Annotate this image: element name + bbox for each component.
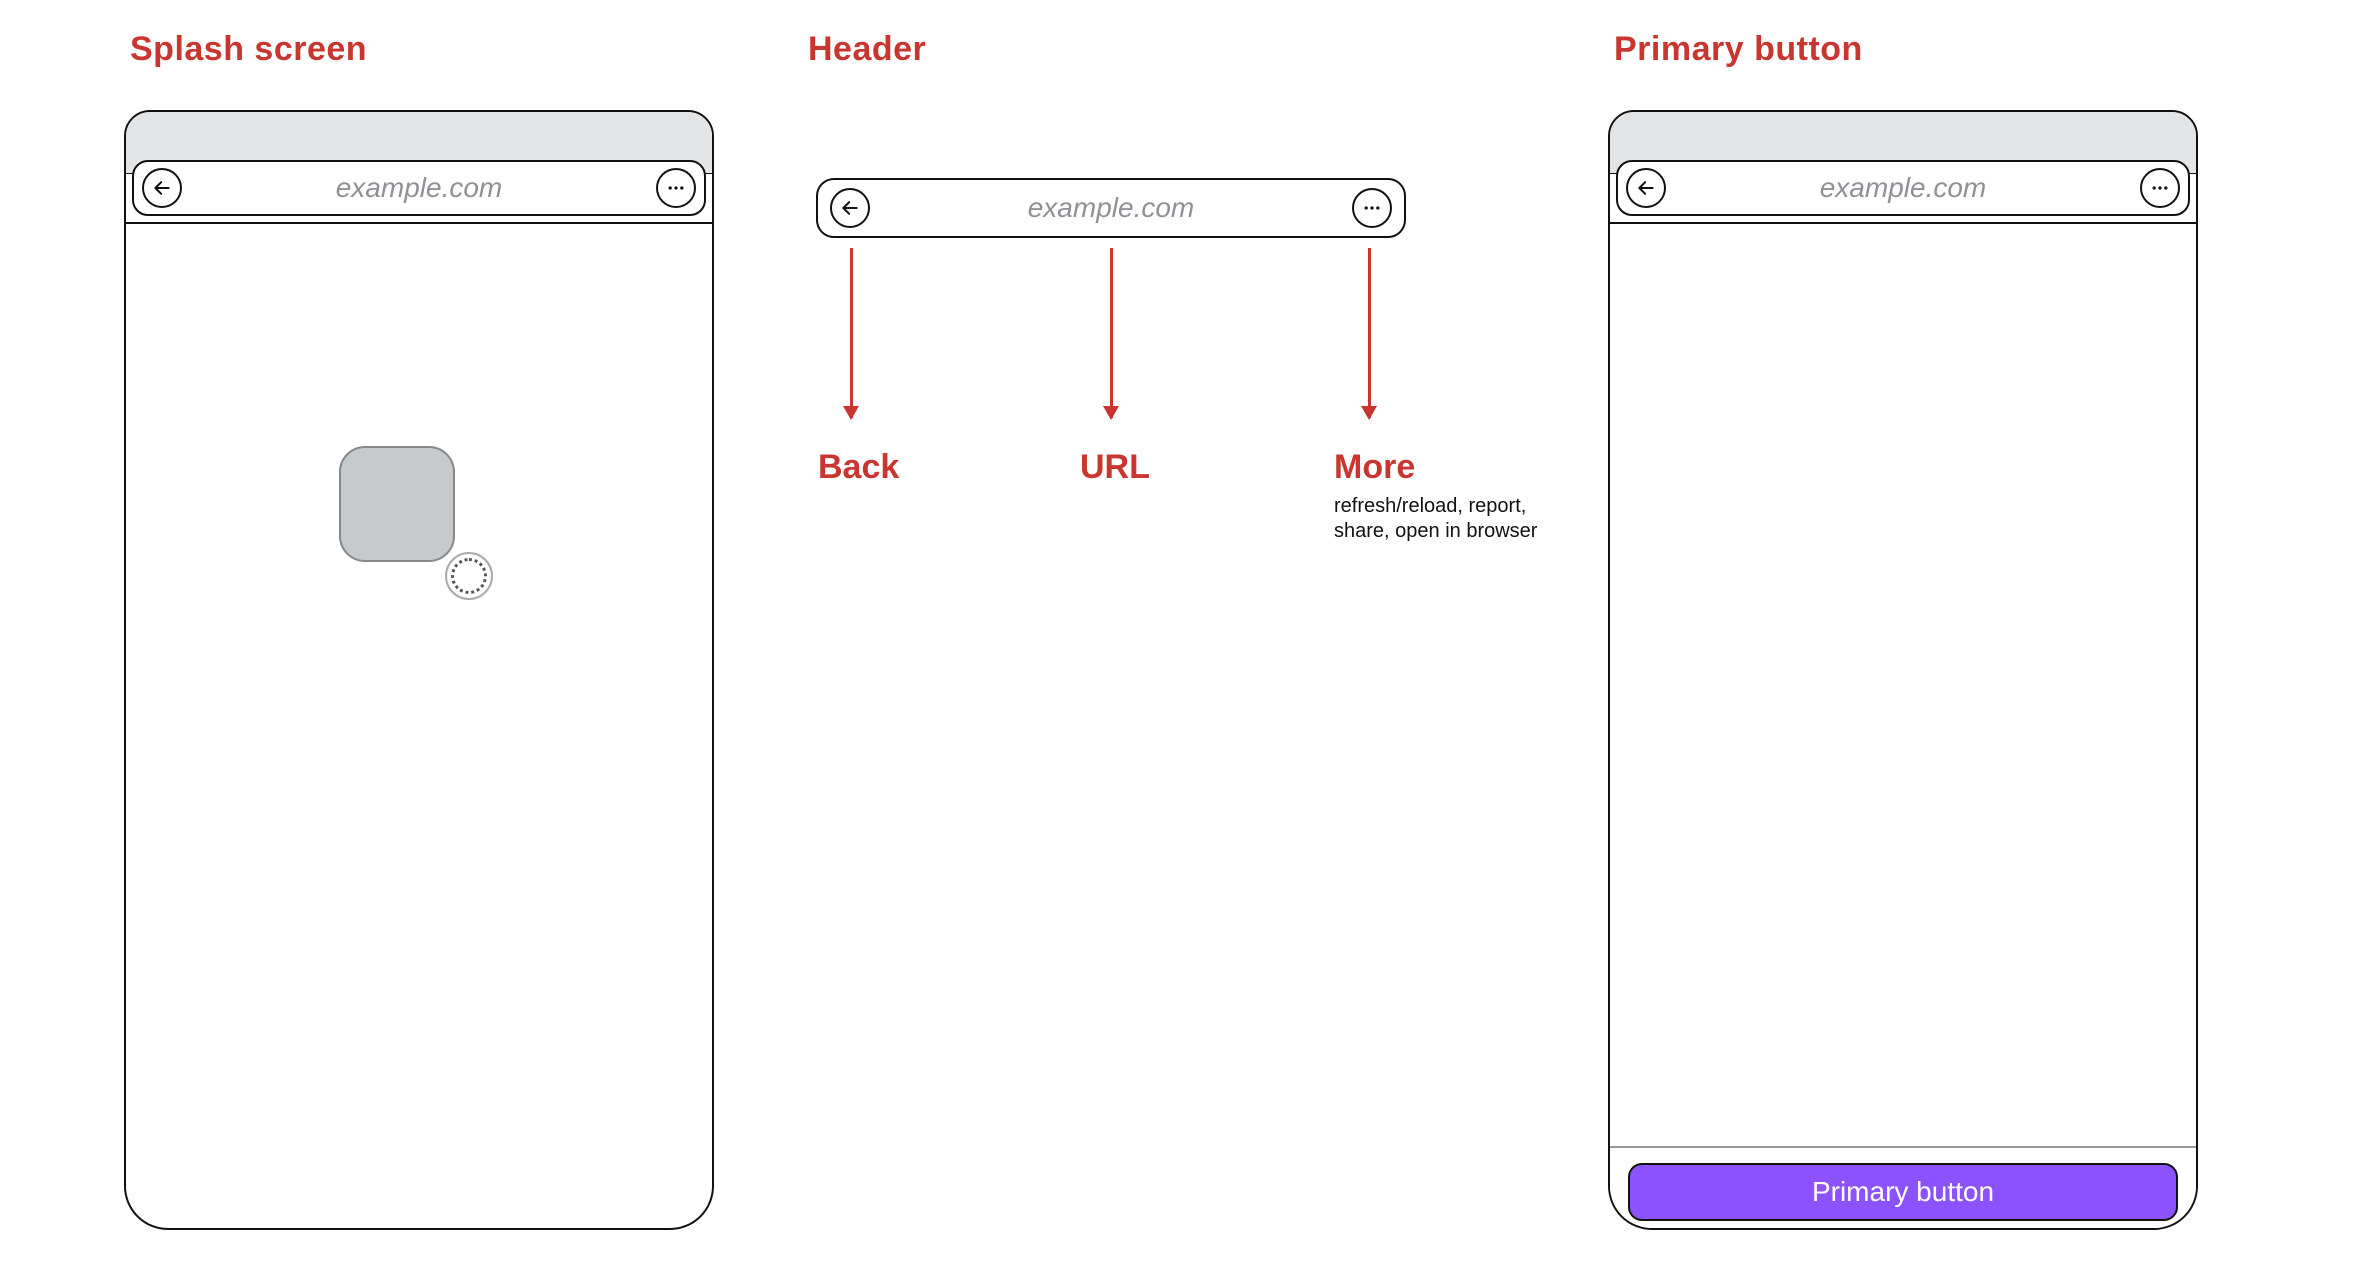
more-horizontal-icon <box>2150 178 2170 198</box>
url-label: example.com <box>182 172 656 204</box>
webview-body: Primary button <box>1610 224 2196 1231</box>
back-button[interactable] <box>830 188 870 228</box>
footer-bar: Primary button <box>1610 1146 2196 1231</box>
webview-header: example.com <box>1616 160 2190 216</box>
annotation-arrow-url <box>1110 248 1113 418</box>
more-horizontal-icon <box>666 178 686 198</box>
app-icon-placeholder <box>339 446 455 562</box>
annotation-more: More <box>1334 448 1415 487</box>
loading-spinner-icon <box>445 552 493 600</box>
arrow-left-icon <box>840 198 860 218</box>
more-button[interactable] <box>2140 168 2180 208</box>
annotation-url: URL <box>1080 448 1150 487</box>
annotation-arrow-back <box>850 248 853 418</box>
annotation-back: Back <box>818 448 899 487</box>
url-label: example.com <box>1666 172 2140 204</box>
frame-splash: example.com <box>124 110 714 1230</box>
frame-primary-button: example.com Primary button <box>1608 110 2198 1230</box>
more-horizontal-icon <box>1362 198 1382 218</box>
webview-header-standalone: example.com <box>816 178 1406 238</box>
webview-header: example.com <box>132 160 706 216</box>
annotation-more-subtext: refresh/reload, report, share, open in b… <box>1334 494 1574 544</box>
primary-button[interactable]: Primary button <box>1628 1163 2178 1221</box>
more-button[interactable] <box>1352 188 1392 228</box>
title-header: Header <box>808 30 926 69</box>
more-button[interactable] <box>656 168 696 208</box>
arrow-left-icon <box>152 178 172 198</box>
title-splash: Splash screen <box>130 30 367 69</box>
annotation-arrow-more <box>1368 248 1371 418</box>
back-button[interactable] <box>142 168 182 208</box>
splash-loader <box>339 446 499 606</box>
url-label: example.com <box>870 192 1352 224</box>
arrow-left-icon <box>1636 178 1656 198</box>
back-button[interactable] <box>1626 168 1666 208</box>
webview-body <box>126 224 712 1231</box>
title-primary: Primary button <box>1614 30 1863 69</box>
primary-button-label: Primary button <box>1812 1176 1994 1208</box>
